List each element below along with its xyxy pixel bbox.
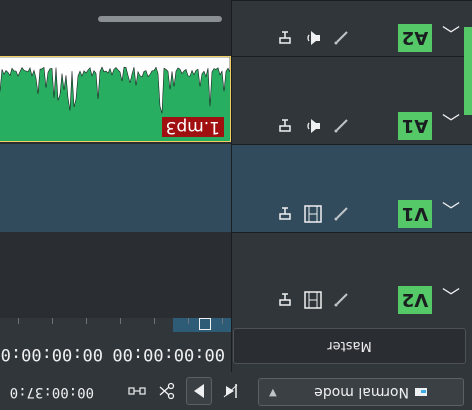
selection-tool-button[interactable] bbox=[186, 377, 212, 405]
film-strip-icon[interactable] bbox=[302, 203, 324, 225]
spacer-tool-icon[interactable] bbox=[222, 382, 240, 400]
chevron-collapse-icon[interactable]: ︿ bbox=[442, 21, 460, 47]
time-ruler[interactable]: 00:00:00:00 00:00:00:0 bbox=[0, 312, 231, 372]
track-header-a1[interactable]: ︿ A1 bbox=[232, 56, 472, 144]
ruler-timecode: 00:00:00:0 bbox=[0, 344, 103, 364]
audio-waveform bbox=[0, 57, 230, 114]
pointer-icon bbox=[194, 384, 204, 398]
speaker-icon[interactable] bbox=[302, 27, 324, 49]
multicam-tool-icon[interactable] bbox=[128, 382, 146, 400]
timeline-window: Normal mode ▼ 00:00:37:0 Master ︿ V2 ︿ V… bbox=[0, 0, 472, 410]
film-strip-icon[interactable] bbox=[302, 289, 324, 311]
track-name[interactable]: V1 bbox=[398, 200, 432, 228]
effects-wand-icon[interactable] bbox=[330, 203, 352, 225]
lock-track-icon[interactable] bbox=[274, 115, 296, 137]
speaker-icon[interactable] bbox=[302, 115, 324, 137]
chevron-down-icon: ▼ bbox=[269, 387, 277, 398]
track-header-v1[interactable]: ︿ V1 bbox=[232, 144, 472, 232]
chevron-collapse-icon[interactable]: ︿ bbox=[442, 109, 460, 135]
track-lane-a1[interactable]: 1.mp3 bbox=[0, 56, 231, 144]
master-button[interactable]: Master bbox=[233, 328, 466, 364]
lock-track-icon[interactable] bbox=[274, 27, 296, 49]
master-label: Master bbox=[327, 338, 372, 354]
zone-handle[interactable] bbox=[199, 318, 211, 330]
edit-mode-icon bbox=[415, 388, 427, 396]
chevron-collapse-icon[interactable]: ︿ bbox=[442, 197, 460, 223]
vertical-scrollbar[interactable] bbox=[464, 27, 472, 115]
track-name[interactable]: A2 bbox=[398, 24, 432, 52]
lock-track-icon[interactable] bbox=[274, 289, 296, 311]
track-header-a2[interactable]: ︿ A2 bbox=[232, 0, 472, 56]
edit-mode-select[interactable]: Normal mode ▼ bbox=[258, 378, 464, 406]
timeline-toolbar: Normal mode ▼ 00:00:37:0 bbox=[0, 371, 472, 410]
timecode-display: 00:00:37:0 bbox=[9, 384, 94, 400]
track-headers-panel: Master ︿ V2 ︿ V1 ︿ A1 ︿ A2 bbox=[232, 0, 472, 372]
edit-mode-value: Normal mode bbox=[314, 384, 409, 400]
effects-wand-icon[interactable] bbox=[330, 115, 352, 137]
lock-track-icon[interactable] bbox=[274, 203, 296, 225]
audio-clip[interactable]: 1.mp3 bbox=[0, 56, 231, 142]
effects-wand-icon[interactable] bbox=[330, 289, 352, 311]
track-name[interactable]: A1 bbox=[398, 112, 432, 140]
timeline-area[interactable]: 00:00:00:00 00:00:00:0 1.mp3 bbox=[0, 0, 232, 372]
ruler-timecode: 00:00:00:00 bbox=[112, 344, 225, 364]
track-name[interactable]: V2 bbox=[398, 286, 432, 314]
chevron-collapse-icon[interactable]: ︿ bbox=[442, 283, 460, 309]
effects-wand-icon[interactable] bbox=[330, 27, 352, 49]
track-lane-v1[interactable] bbox=[0, 144, 231, 232]
track-lane-v2[interactable] bbox=[0, 232, 231, 318]
razor-tool-icon[interactable] bbox=[158, 382, 176, 400]
track-header-v2[interactable]: ︿ V2 bbox=[232, 232, 472, 318]
track-lane-a2[interactable] bbox=[0, 0, 231, 56]
horizontal-scrollbar[interactable] bbox=[98, 16, 222, 22]
